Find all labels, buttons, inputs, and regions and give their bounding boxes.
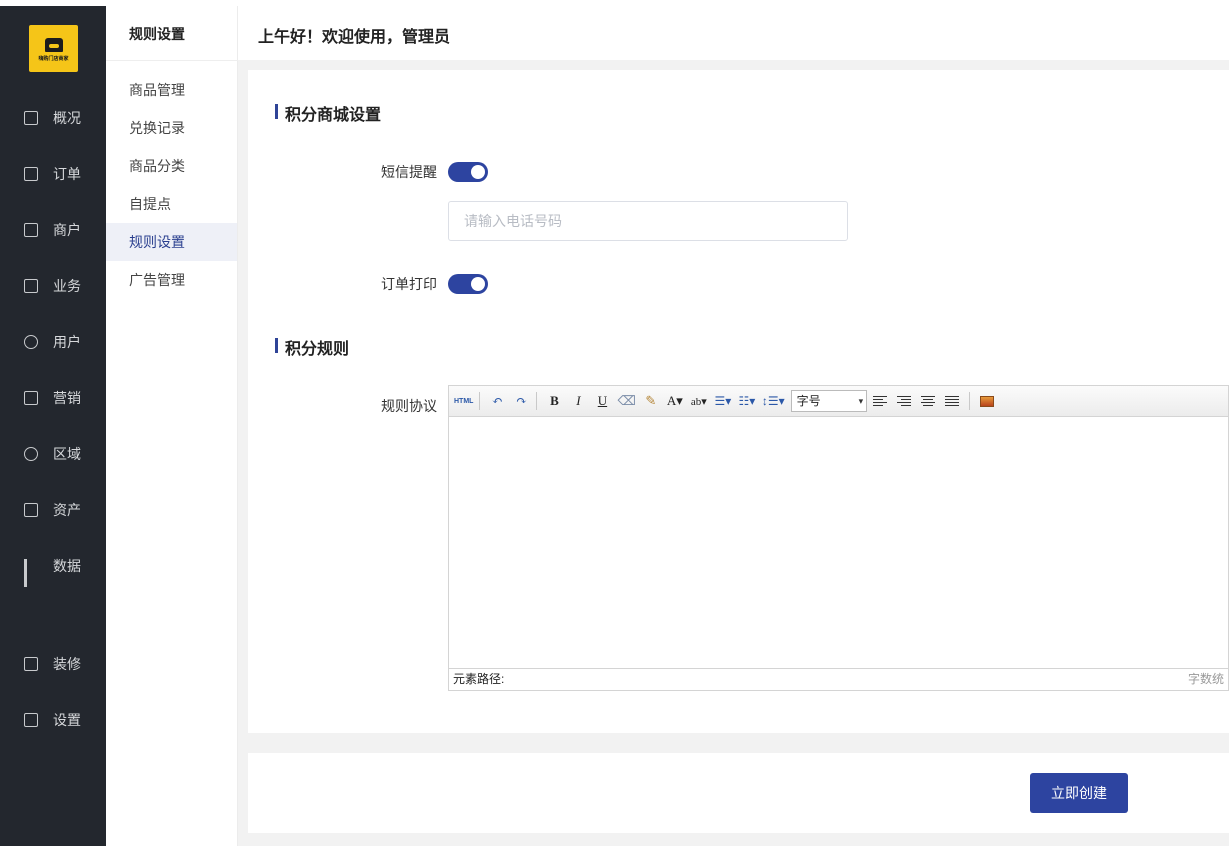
subnav-item-products[interactable]: 商品管理 — [106, 71, 237, 109]
italic-icon[interactable]: I — [569, 391, 587, 411]
action-bar: 立即创建 — [248, 753, 1229, 833]
sidebar-item-region[interactable]: 区域 — [0, 434, 106, 474]
align-left-icon[interactable] — [872, 395, 887, 407]
font-size-select[interactable]: 字号 — [790, 390, 867, 412]
decoration-icon — [24, 657, 38, 671]
sidebar-item-business[interactable]: 业务 — [0, 266, 106, 306]
secondary-sidebar: 规则设置 商品管理 兑换记录 商品分类 自提点 规则设置 广告管理 — [106, 6, 238, 846]
line-height-icon[interactable]: ↕☰▾ — [762, 391, 785, 411]
format-brush-icon[interactable]: ✎ — [642, 391, 660, 411]
section-title-mall-settings: 积分商城设置 — [275, 101, 381, 125]
element-path-label: 元素路径: — [453, 672, 505, 686]
unordered-list-icon[interactable]: ☷▾ — [738, 391, 756, 411]
editor-content-area[interactable] — [449, 417, 1228, 669]
subnav-item-exchange-records[interactable]: 兑换记录 — [106, 109, 237, 147]
image-icon[interactable] — [978, 391, 996, 411]
greeting-text: 上午好！欢迎使用，管理员 — [258, 29, 451, 46]
sms-toggle[interactable] — [448, 162, 488, 182]
sms-label: 短信提醒 — [381, 164, 437, 180]
main-sidebar: 嗨购门店商家 概况 订单 商户 业务 用户 营销 区域 资产 数据 装修 设置 — [0, 6, 106, 846]
sidebar-item-label: 业务 — [53, 278, 81, 294]
marketing-icon — [24, 391, 38, 405]
sidebar-item-marketing[interactable]: 营销 — [0, 378, 106, 418]
toolbar-separator — [536, 392, 538, 410]
editor-toolbar: HTML ↶ ↷ B I U ⌫ ✎ A▾ ab▾ ☰▾ ☷▾ ↕☰▾ 字号 — [449, 386, 1228, 417]
sidebar-item-label: 订单 — [53, 166, 81, 182]
align-right-icon[interactable] — [896, 395, 911, 407]
sidebar-item-decoration[interactable]: 装修 — [0, 644, 106, 684]
subnav-item-pickup-points[interactable]: 自提点 — [106, 185, 237, 223]
bold-icon[interactable]: B — [545, 391, 563, 411]
eraser-icon[interactable]: ⌫ — [617, 391, 635, 411]
logo-text: 嗨购门店商家 — [38, 55, 69, 62]
print-label: 订单打印 — [381, 276, 437, 292]
font-color-icon[interactable]: A▾ — [666, 391, 684, 411]
subnav-title: 规则设置 — [129, 26, 185, 42]
highlight-color-icon[interactable]: ab▾ — [690, 391, 708, 411]
sidebar-item-label: 区域 — [53, 446, 81, 462]
html-source-button[interactable]: HTML — [454, 391, 473, 411]
sidebar-item-overview[interactable]: 概况 — [0, 98, 106, 138]
settings-card: 积分商城设置 短信提醒 订单打印 积分规则 规则协议 HTML ↶ ↷ B I … — [248, 70, 1229, 733]
business-icon — [24, 279, 38, 293]
subnav-divider — [106, 60, 238, 61]
editor-status-bar: 元素路径: 字数统 — [449, 668, 1228, 690]
ordered-list-icon[interactable]: ☰▾ — [714, 391, 732, 411]
region-icon — [24, 447, 38, 461]
sidebar-item-label: 装修 — [53, 656, 81, 672]
sidebar-item-label: 用户 — [53, 334, 81, 350]
word-count-label: 字数统 — [1187, 672, 1224, 686]
settings-icon — [24, 713, 38, 727]
rich-text-editor: HTML ↶ ↷ B I U ⌫ ✎ A▾ ab▾ ☰▾ ☷▾ ↕☰▾ 字号 元… — [448, 385, 1229, 691]
sidebar-item-label: 概况 — [53, 110, 81, 126]
sidebar-item-orders[interactable]: 订单 — [0, 154, 106, 194]
page-header: 上午好！欢迎使用，管理员 — [238, 6, 1229, 60]
sidebar-item-label: 营销 — [53, 390, 81, 406]
section-title-points-rules: 积分规则 — [275, 335, 349, 359]
sidebar-item-data[interactable]: 数据 — [0, 546, 106, 587]
sidebar-item-label: 商户 — [53, 222, 81, 238]
asset-icon — [24, 503, 38, 517]
subnav-item-rules[interactable]: 规则设置 — [106, 223, 237, 261]
toolbar-separator — [968, 392, 970, 410]
align-center-icon[interactable] — [920, 395, 935, 407]
sidebar-item-assets[interactable]: 资产 — [0, 490, 106, 530]
sidebar-item-merchants[interactable]: 商户 — [0, 210, 106, 250]
data-icon — [24, 559, 38, 587]
sidebar-item-label: 数据 — [53, 558, 81, 574]
sidebar-item-label: 资产 — [53, 502, 81, 518]
toolbar-separator — [479, 392, 481, 410]
subnav-item-categories[interactable]: 商品分类 — [106, 147, 237, 185]
user-icon — [24, 335, 38, 349]
align-justify-icon[interactable] — [944, 395, 959, 407]
dashboard-icon — [24, 111, 38, 125]
logo-mark-icon — [44, 37, 63, 52]
sidebar-item-users[interactable]: 用户 — [0, 322, 106, 362]
sidebar-item-label: 设置 — [53, 712, 81, 728]
rules-label: 规则协议 — [381, 398, 437, 414]
phone-input[interactable] — [448, 201, 848, 241]
underline-icon[interactable]: U — [593, 391, 611, 411]
create-button[interactable]: 立即创建 — [1030, 773, 1128, 813]
print-toggle[interactable] — [448, 274, 488, 294]
merchant-icon — [24, 223, 38, 237]
sidebar-item-settings[interactable]: 设置 — [0, 700, 106, 740]
redo-icon[interactable]: ↷ — [512, 391, 530, 411]
order-icon — [24, 167, 38, 181]
undo-icon[interactable]: ↶ — [488, 391, 506, 411]
app-logo[interactable]: 嗨购门店商家 — [29, 25, 78, 72]
subnav-item-ads[interactable]: 广告管理 — [106, 261, 237, 299]
